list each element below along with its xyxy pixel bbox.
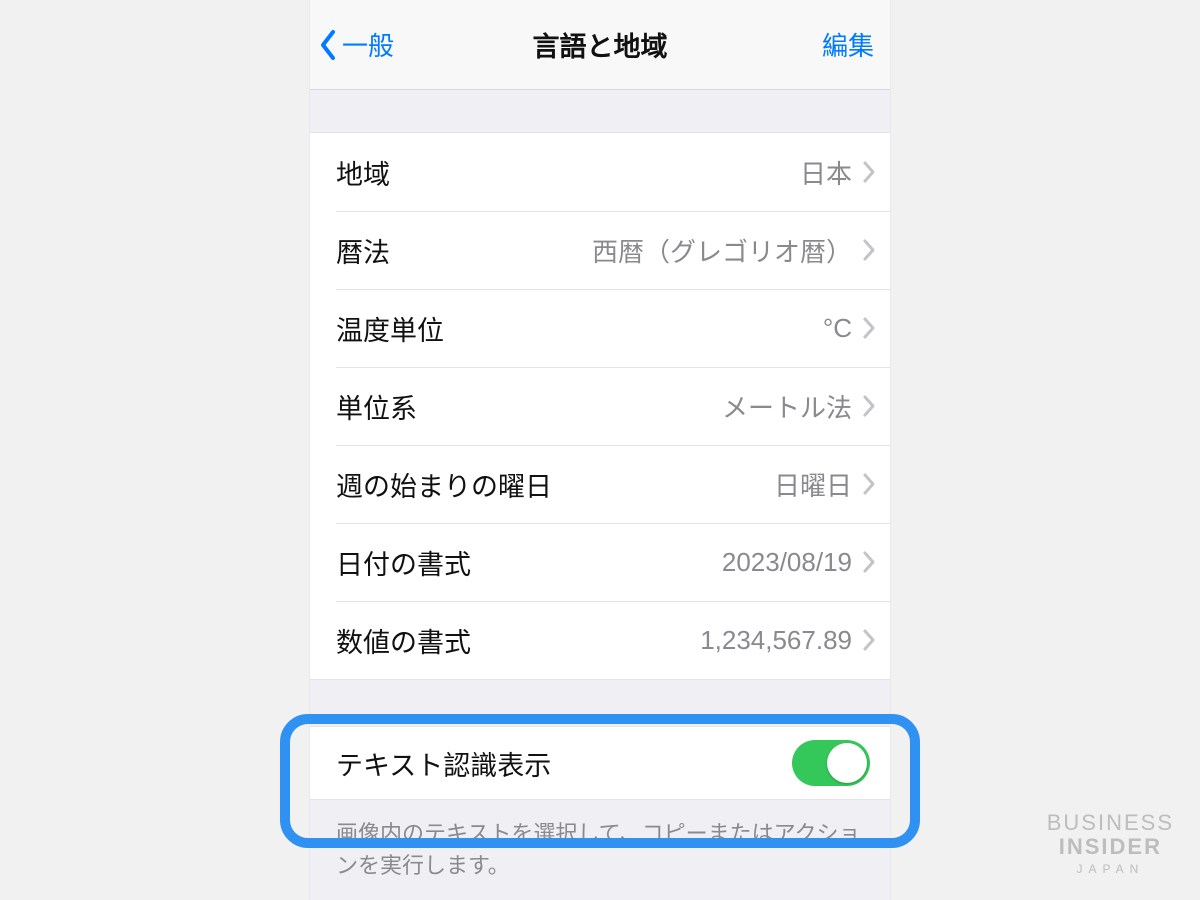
navbar: 一般 言語と地域 編集 <box>310 0 890 90</box>
settings-list: 地域 日本 暦法 西暦（グレゴリオ暦） 温度単位 °C 単位系 メートル法 <box>310 132 890 680</box>
row-value: 西暦（グレゴリオ暦） <box>592 232 852 269</box>
row-calendar[interactable]: 暦法 西暦（グレゴリオ暦） <box>310 211 890 289</box>
row-label: 単位系 <box>336 387 417 426</box>
chevron-right-icon <box>862 550 876 574</box>
row-value: 日曜日 <box>774 466 852 503</box>
watermark-line1: BUSINESS <box>1047 810 1174 836</box>
row-label: テキスト認識表示 <box>336 744 551 783</box>
row-temperature-unit[interactable]: 温度単位 °C <box>310 289 890 367</box>
watermark-line2: INSIDER <box>1047 834 1174 860</box>
chevron-right-icon <box>862 394 876 418</box>
row-date-format[interactable]: 日付の書式 2023/08/19 <box>310 523 890 601</box>
row-value: 2023/08/19 <box>722 547 852 578</box>
watermark-line3: JAPAN <box>1047 862 1174 876</box>
chevron-right-icon <box>862 160 876 184</box>
row-region[interactable]: 地域 日本 <box>310 133 890 211</box>
row-value: 1,234,567.89 <box>700 625 852 656</box>
row-value: 日本 <box>800 154 852 191</box>
row-label: 地域 <box>336 153 390 192</box>
row-first-day-of-week[interactable]: 週の始まりの曜日 日曜日 <box>310 445 890 523</box>
row-label: 日付の書式 <box>336 543 471 582</box>
row-label: 週の始まりの曜日 <box>336 465 552 504</box>
edit-button[interactable]: 編集 <box>822 26 874 63</box>
live-text-toggle[interactable] <box>792 740 870 786</box>
section-gap <box>310 680 890 726</box>
row-label: 数値の書式 <box>336 621 471 660</box>
back-label: 一般 <box>342 26 394 63</box>
chevron-right-icon <box>862 316 876 340</box>
row-measurement-system[interactable]: 単位系 メートル法 <box>310 367 890 445</box>
chevron-left-icon <box>318 28 340 62</box>
chevron-right-icon <box>862 472 876 496</box>
live-text-footer: 画像内のテキストを選択して、コピーまたはアクションを実行します。 <box>310 800 890 882</box>
watermark: BUSINESS INSIDER JAPAN <box>1047 810 1174 876</box>
chevron-right-icon <box>862 238 876 262</box>
chevron-right-icon <box>862 628 876 652</box>
row-label: 暦法 <box>336 231 390 270</box>
back-button[interactable]: 一般 <box>318 26 394 63</box>
page-title: 言語と地域 <box>533 25 668 64</box>
row-label: 温度単位 <box>336 309 444 348</box>
row-number-format[interactable]: 数値の書式 1,234,567.89 <box>310 601 890 679</box>
row-value: °C <box>823 313 852 344</box>
section-gap <box>310 90 890 132</box>
row-value: メートル法 <box>722 388 852 425</box>
settings-screen: 一般 言語と地域 編集 地域 日本 暦法 西暦（グレゴリオ暦） 温度単位 °C <box>310 0 890 900</box>
row-live-text[interactable]: テキスト認識表示 <box>310 726 890 800</box>
